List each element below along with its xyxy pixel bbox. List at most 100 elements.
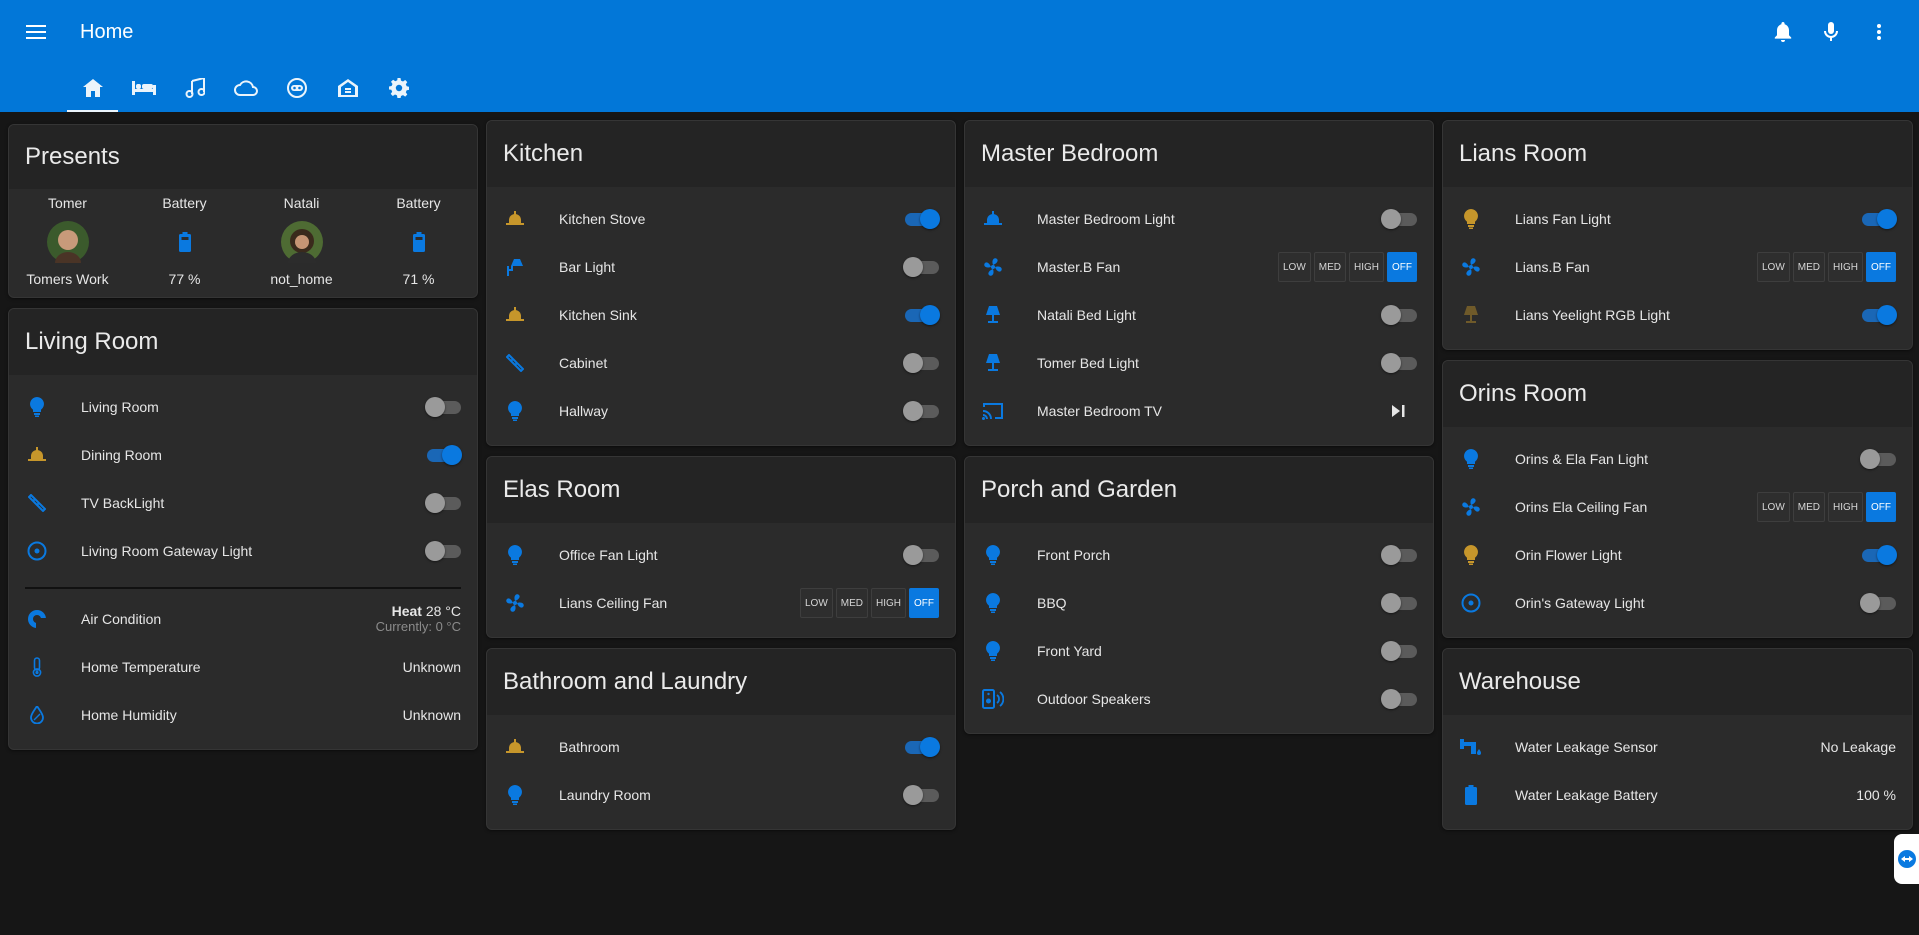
toggle-switch[interactable] <box>1381 545 1417 565</box>
entity-row[interactable]: Bar Light <box>503 243 939 291</box>
climate-state: Heat 28 °C Currently: 0 °C <box>376 604 461 635</box>
sensor-row[interactable]: Home Temperature Unknown <box>25 643 461 691</box>
entity-row[interactable]: Master Bedroom Light <box>981 195 1417 243</box>
remote-support-icon[interactable] <box>1894 834 1919 884</box>
fan-row[interactable]: Lians.B Fan LOW MED HIGH OFF <box>1459 243 1896 291</box>
ceiling-light-icon <box>503 207 527 231</box>
entity-row[interactable]: Dining Room <box>25 431 462 479</box>
entity-row[interactable]: Cabinet <box>503 339 939 387</box>
microphone-icon[interactable] <box>1813 14 1849 50</box>
ceiling-light-icon <box>503 303 527 327</box>
menu-icon[interactable] <box>18 14 54 50</box>
tab-house-shield-icon[interactable] <box>322 64 373 112</box>
entity-row[interactable]: Kitchen Sink <box>503 291 940 339</box>
entity-row[interactable]: Living Room <box>25 383 461 431</box>
fan-low-button[interactable]: LOW <box>799 588 833 618</box>
entity-row[interactable]: Living Room Gateway Light <box>25 527 461 575</box>
toggle-switch[interactable] <box>425 397 461 417</box>
avatar[interactable] <box>46 221 89 263</box>
fan-low-button[interactable]: LOW <box>1756 492 1790 522</box>
sensor-row[interactable]: Water Leakage Battery 100 % <box>1459 771 1896 819</box>
toggle-switch[interactable] <box>903 257 939 277</box>
entity-row[interactable]: Orin's Gateway Light <box>1459 579 1896 627</box>
entity-row[interactable]: TV BackLight <box>25 479 461 527</box>
entity-row[interactable]: Orin Flower Light <box>1459 531 1897 579</box>
toggle-switch[interactable] <box>425 493 461 513</box>
battery-icon[interactable] <box>164 221 206 263</box>
fan-off-button[interactable]: OFF <box>909 588 939 618</box>
tab-music-icon[interactable] <box>169 64 220 112</box>
toggle-switch[interactable] <box>903 401 939 421</box>
toggle-switch[interactable] <box>903 737 940 757</box>
toggle-switch[interactable] <box>903 305 940 325</box>
toggle-switch[interactable] <box>1860 545 1897 565</box>
notifications-bell-icon[interactable] <box>1765 14 1801 50</box>
toggle-switch[interactable] <box>903 209 940 229</box>
fan-high-button[interactable]: HIGH <box>1828 252 1863 282</box>
fan-med-button[interactable]: MED <box>1792 252 1825 282</box>
fan-row[interactable]: Orins Ela Ceiling Fan LOW MED HIGH OFF <box>1459 483 1896 531</box>
fan-high-button[interactable]: HIGH <box>1828 492 1863 522</box>
toggle-switch[interactable] <box>1381 689 1417 709</box>
avatar[interactable] <box>280 221 323 263</box>
entity-row[interactable]: Tomer Bed Light <box>981 339 1417 387</box>
fan-off-button[interactable]: OFF <box>1387 252 1417 282</box>
ceiling-light-icon <box>503 735 527 759</box>
fan-med-button[interactable]: MED <box>1313 252 1346 282</box>
toggle-switch[interactable] <box>903 545 939 565</box>
entity-row[interactable]: Lians Fan Light <box>1459 195 1897 243</box>
toggle-switch[interactable] <box>903 785 939 805</box>
more-vert-icon[interactable] <box>1861 14 1897 50</box>
sensor-row[interactable]: Water Leakage Sensor No Leakage <box>1459 723 1896 771</box>
fan-row[interactable]: Lians Ceiling Fan LOW MED HIGH OFF <box>503 579 939 627</box>
fan-low-button[interactable]: LOW <box>1756 252 1790 282</box>
climate-row[interactable]: Air Condition Heat 28 °C Currently: 0 °C <box>25 595 461 643</box>
toggle-switch[interactable] <box>1381 641 1417 661</box>
entity-row[interactable]: Laundry Room <box>503 771 939 819</box>
toggle-switch[interactable] <box>1860 593 1896 613</box>
entity-row[interactable]: BBQ <box>981 579 1417 627</box>
fan-high-button[interactable]: HIGH <box>1349 252 1384 282</box>
play-pause-icon[interactable] <box>1387 405 1411 417</box>
toggle-switch[interactable] <box>1860 449 1896 469</box>
entity-row[interactable]: Orins & Ela Fan Light <box>1459 435 1896 483</box>
toggle-switch[interactable] <box>1381 209 1417 229</box>
toggle-switch[interactable] <box>1381 305 1417 325</box>
fan-med-button[interactable]: MED <box>1792 492 1825 522</box>
entity-row[interactable]: Kitchen Stove <box>503 195 940 243</box>
toggle-switch[interactable] <box>1860 305 1897 325</box>
entity-row[interactable]: Natali Bed Light <box>981 291 1417 339</box>
tab-home-icon[interactable] <box>67 64 118 112</box>
toggle-switch[interactable] <box>903 353 939 373</box>
fan-off-button[interactable]: OFF <box>1866 492 1896 522</box>
battery-icon[interactable] <box>398 221 440 263</box>
gateway-icon <box>25 539 49 563</box>
toggle-switch[interactable] <box>1381 353 1417 373</box>
fan-high-button[interactable]: HIGH <box>871 588 906 618</box>
battery-icon <box>1459 783 1483 807</box>
toggle-switch[interactable] <box>425 541 461 561</box>
entity-row[interactable]: Front Yard <box>981 627 1417 675</box>
tab-robot-icon[interactable] <box>271 64 322 112</box>
entity-row[interactable]: Lians Yeelight RGB Light <box>1459 291 1897 339</box>
tab-gear-icon[interactable] <box>373 64 424 112</box>
fan-low-button[interactable]: LOW <box>1277 252 1311 282</box>
media-row[interactable]: Master Bedroom TV <box>981 387 1417 435</box>
fan-med-button[interactable]: MED <box>835 588 868 618</box>
entity-row[interactable]: Office Fan Light <box>503 531 939 579</box>
gateway-icon <box>1459 591 1483 615</box>
entity-row[interactable]: Outdoor Speakers <box>981 675 1417 723</box>
fan-off-button[interactable]: OFF <box>1866 252 1896 282</box>
tab-cloud-icon[interactable] <box>220 64 271 112</box>
fan-row[interactable]: Master.B Fan LOW MED HIGH OFF <box>981 243 1417 291</box>
toggle-switch[interactable] <box>1860 209 1897 229</box>
sensor-value: 100 % <box>1856 787 1896 803</box>
entity-row[interactable]: Bathroom <box>503 723 940 771</box>
tab-bed-icon[interactable] <box>118 64 169 112</box>
bulb-icon <box>503 543 527 567</box>
entity-row[interactable]: Front Porch <box>981 531 1417 579</box>
sensor-row[interactable]: Home Humidity Unknown <box>25 691 461 739</box>
toggle-switch[interactable] <box>425 445 462 465</box>
toggle-switch[interactable] <box>1381 593 1417 613</box>
entity-row[interactable]: Hallway <box>503 387 939 435</box>
